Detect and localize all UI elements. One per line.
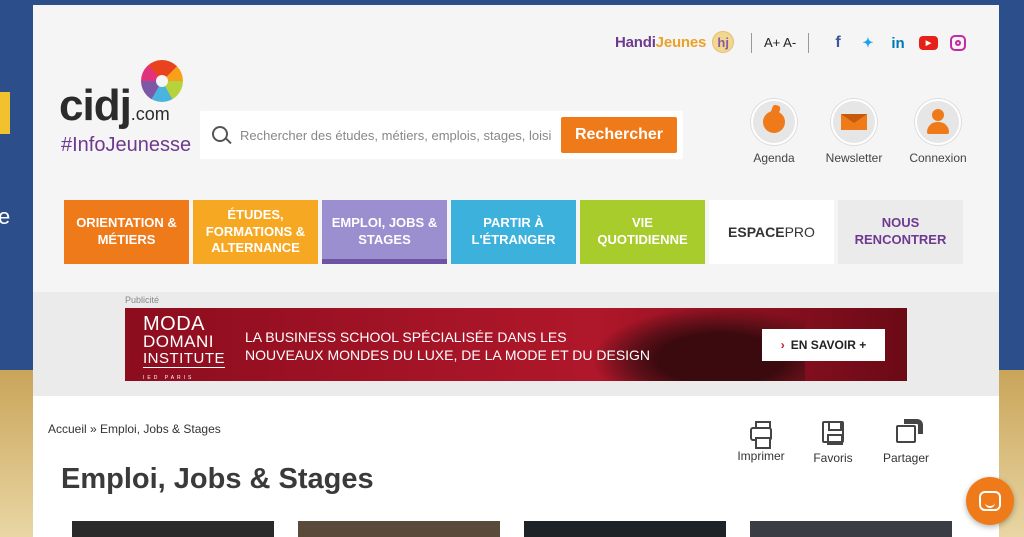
search-bar: Rechercher: [200, 111, 683, 159]
facebook-icon[interactable]: f: [829, 34, 847, 52]
newsletter-button[interactable]: Newsletter: [809, 99, 899, 165]
ad-label: Publicité: [125, 295, 160, 305]
chevron-right-icon: ›: [780, 338, 785, 352]
nav-nous-rencontrer[interactable]: NOUS RENCONTRER: [838, 200, 963, 264]
newsletter-icon: [831, 99, 877, 145]
handijeunes-badge-icon: hj: [712, 31, 735, 53]
linkedin-icon[interactable]: in: [889, 34, 907, 52]
site-logo[interactable]: cidj.com #InfoJeunesse: [59, 60, 191, 156]
ad-text: LA BUSINESS SCHOOL SPÉCIALISÉE DANS LES …: [245, 329, 651, 363]
nav-partir[interactable]: PARTIR À L'ÉTRANGER: [451, 200, 576, 264]
youtube-icon[interactable]: ▶: [919, 36, 938, 50]
card-item[interactable]: [524, 521, 726, 537]
nav-orientation[interactable]: ORIENTATION & MÉTIERS: [64, 200, 189, 264]
ad-cta-button[interactable]: › EN SAVOIR +: [762, 329, 885, 361]
handijeunes-logo-text: HandiJeunes: [615, 33, 707, 51]
card-item[interactable]: [72, 521, 274, 537]
user-icon: [915, 99, 961, 145]
agenda-button[interactable]: Agenda: [729, 99, 819, 165]
agenda-icon: [751, 99, 797, 145]
page-title: Emploi, Jobs & Stages: [61, 463, 374, 495]
font-size-toggle[interactable]: A+ A-: [764, 35, 796, 50]
social-links: f ✦ in ▶: [829, 34, 966, 52]
divider: [808, 33, 809, 53]
main-nav: ORIENTATION & MÉTIERS ÉTUDES, FORMATIONS…: [64, 200, 963, 264]
nav-espace-pro[interactable]: ESPACE PRO: [709, 200, 834, 264]
favorites-button[interactable]: Favoris: [798, 421, 868, 465]
card-list: [72, 521, 952, 537]
nav-emploi[interactable]: EMPLOI, JOBS & STAGES: [322, 200, 447, 264]
logo-circle-icon: [141, 60, 183, 102]
twitter-icon[interactable]: ✦: [859, 34, 877, 52]
logo-tagline: #InfoJeunesse: [61, 134, 192, 156]
ad-banner[interactable]: MODA DOMANI INSTITUTE IED PARIS LA BUSIN…: [125, 308, 907, 381]
chat-button[interactable]: [966, 477, 1014, 525]
ad-section: Publicité MODA DOMANI INSTITUTE IED PARI…: [33, 292, 999, 396]
share-button[interactable]: Partager: [871, 419, 941, 465]
page-container: HandiJeunes hj A+ A- f ✦ in ▶ cidj.com #…: [33, 5, 999, 537]
search-input[interactable]: [240, 121, 552, 149]
divider: [751, 33, 752, 53]
ad-brand-logo: MODA DOMANI INSTITUTE IED PARIS: [143, 313, 225, 381]
instagram-icon[interactable]: [950, 35, 966, 51]
nav-etudes[interactable]: ÉTUDES, FORMATIONS & ALTERNANCE: [193, 200, 318, 264]
breadcrumb[interactable]: Accueil » Emploi, Jobs & Stages: [48, 422, 221, 436]
background-decoration-left: [0, 370, 33, 537]
background-accent: [0, 92, 10, 134]
card-item[interactable]: [750, 521, 952, 537]
save-icon: [822, 421, 844, 445]
search-icon: [212, 126, 228, 142]
connexion-button[interactable]: Connexion: [893, 99, 983, 165]
handijeunes-link[interactable]: HandiJeunes hj: [615, 31, 735, 53]
card-item[interactable]: [298, 521, 500, 537]
background-text: e: [0, 204, 11, 229]
chat-icon: [979, 491, 1001, 511]
printer-icon: [750, 421, 772, 449]
print-button[interactable]: Imprimer: [726, 421, 796, 463]
search-button[interactable]: Rechercher: [561, 117, 677, 153]
share-icon: [896, 419, 923, 443]
nav-vie-quotidienne[interactable]: VIE QUOTIDIENNE: [580, 200, 705, 264]
